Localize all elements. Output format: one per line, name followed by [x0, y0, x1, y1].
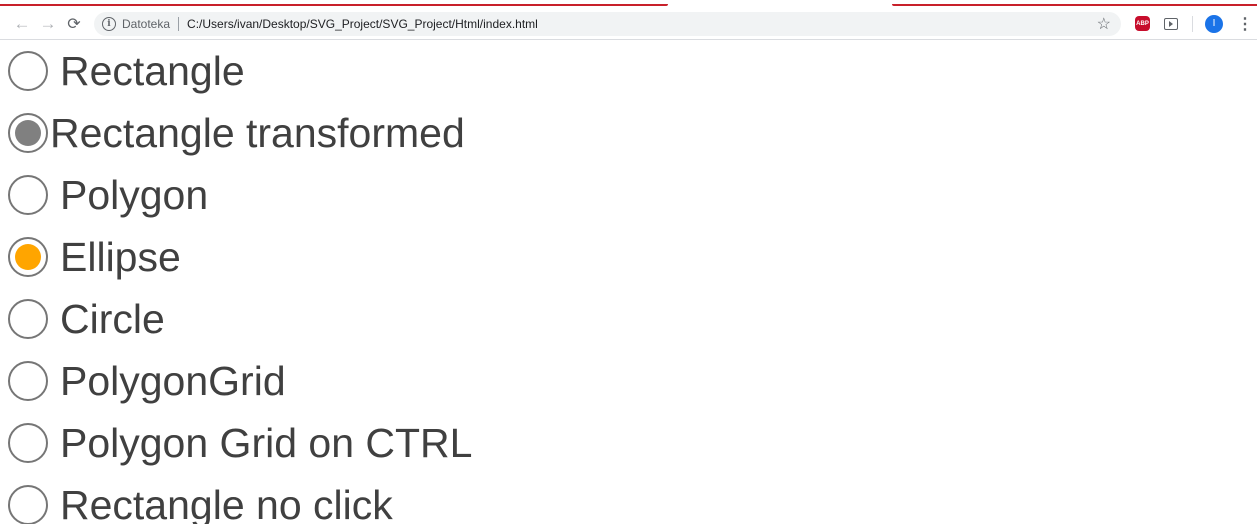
- option-circle[interactable]: Circle: [8, 288, 1257, 350]
- reload-icon[interactable]: ⟳: [64, 12, 84, 36]
- option-label: Rectangle no click: [60, 481, 393, 524]
- tab-strip: [0, 0, 1257, 8]
- extensions-area: ABP I ⋮: [1135, 14, 1253, 34]
- radio-dot: [15, 244, 41, 270]
- back-arrow-icon[interactable]: ←: [12, 12, 32, 36]
- option-label: Rectangle transformed: [50, 109, 465, 156]
- radio-button[interactable]: [8, 423, 48, 463]
- bookmark-star-icon[interactable]: ☆: [1097, 14, 1111, 34]
- cast-extension-icon[interactable]: [1164, 17, 1178, 30]
- option-polygon-grid-on-ctrl[interactable]: Polygon Grid on CTRL: [8, 412, 1257, 474]
- radio-button[interactable]: [8, 361, 48, 401]
- shape-options-list: Rectangle Rectangle transformed Polygon …: [0, 40, 1257, 524]
- radio-button[interactable]: [8, 175, 48, 215]
- address-bar[interactable]: i Datoteka C:/Users/ivan/Desktop/SVG_Pro…: [94, 11, 1121, 36]
- forward-arrow-icon[interactable]: →: [38, 12, 58, 36]
- scheme-label: Datoteka: [122, 16, 171, 31]
- option-label: Rectangle: [60, 47, 245, 94]
- option-rectangle-no-click[interactable]: Rectangle no click: [8, 474, 1257, 524]
- radio-button[interactable]: [8, 299, 48, 339]
- radio-button[interactable]: [8, 113, 48, 153]
- browser-toolbar: ← → ⟳ i Datoteka C:/Users/ivan/Desktop/S…: [0, 8, 1257, 40]
- address-separator: [178, 16, 180, 31]
- option-ellipse[interactable]: Ellipse: [8, 226, 1257, 288]
- option-rectangle-transformed[interactable]: Rectangle transformed: [8, 102, 1257, 164]
- option-label: Circle: [60, 295, 165, 342]
- option-label: Polygon Grid on CTRL: [60, 419, 473, 466]
- tab-accent-right: [892, 4, 1257, 6]
- radio-button[interactable]: [8, 51, 48, 91]
- toolbar-separator: [1192, 15, 1193, 32]
- tab-accent-left: [0, 4, 668, 6]
- info-icon[interactable]: i: [102, 16, 116, 31]
- profile-avatar[interactable]: I: [1205, 14, 1223, 33]
- kebab-menu-icon[interactable]: ⋮: [1237, 14, 1253, 34]
- option-polygongrid[interactable]: PolygonGrid: [8, 350, 1257, 412]
- option-label: Ellipse: [60, 233, 181, 280]
- radio-dot: [15, 120, 41, 146]
- url-text[interactable]: C:/Users/ivan/Desktop/SVG_Project/SVG_Pr…: [187, 17, 1091, 31]
- option-label: Polygon: [60, 171, 209, 218]
- option-rectangle[interactable]: Rectangle: [8, 40, 1257, 102]
- option-polygon[interactable]: Polygon: [8, 164, 1257, 226]
- radio-button[interactable]: [8, 237, 48, 277]
- adblock-icon[interactable]: ABP: [1135, 16, 1150, 31]
- option-label: PolygonGrid: [60, 357, 286, 404]
- radio-button[interactable]: [8, 485, 48, 524]
